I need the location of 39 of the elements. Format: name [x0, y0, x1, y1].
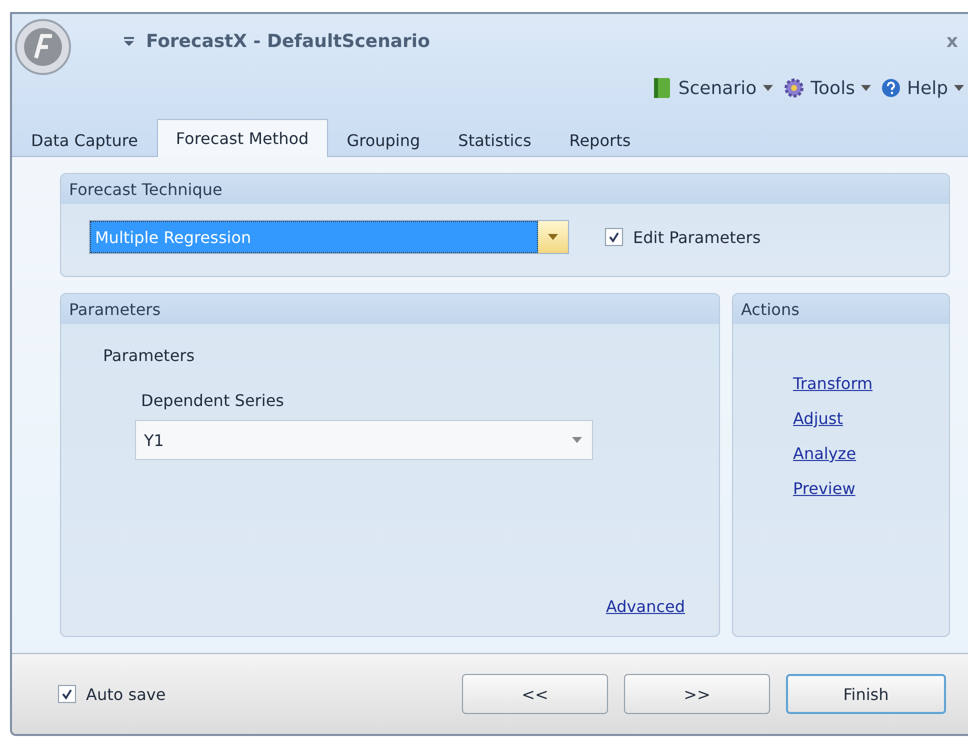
auto-save-checkbox[interactable]: [58, 685, 76, 703]
book-icon: [652, 77, 672, 100]
action-link[interactable]: Preview: [793, 479, 856, 498]
footer-button[interactable]: >>: [624, 674, 770, 714]
action-link[interactable]: Transform: [793, 374, 873, 393]
field-label: Dependent Series: [141, 391, 286, 410]
caret-icon: [954, 85, 964, 92]
caret-icon: [572, 437, 582, 443]
checkbox-label: Auto save: [86, 684, 166, 704]
tab[interactable]: Forecast Method: [156, 119, 328, 157]
tab[interactable]: Statistics: [439, 123, 550, 157]
tab[interactable]: Grouping: [328, 123, 440, 157]
panel-title: Parameters: [69, 300, 161, 318]
menu-button[interactable]: Scenario: [652, 77, 773, 100]
caret-icon: [860, 85, 871, 92]
checkbox-label: Edit Parameters: [633, 228, 761, 246]
window-title: ForecastX - DefaultScenario: [146, 30, 431, 52]
panel-title: Forecast Technique: [69, 180, 222, 198]
dependent-series-dropdown[interactable]: Y1: [135, 420, 593, 460]
caret-icon: [762, 85, 773, 92]
gear-icon: [782, 77, 805, 100]
action-link[interactable]: Adjust: [793, 409, 844, 428]
footer-button[interactable]: Finish: [786, 674, 946, 714]
tab[interactable]: Reports: [550, 123, 650, 157]
quick-access-caret-icon[interactable]: [124, 36, 134, 46]
menu-button[interactable]: Tools: [782, 77, 871, 100]
footer-button[interactable]: <<: [462, 674, 608, 714]
caret-icon: [548, 234, 558, 240]
help-icon: [880, 78, 901, 98]
check-mark-icon: [608, 231, 620, 243]
action-link[interactable]: Analyze: [793, 444, 856, 463]
app-logo-icon[interactable]: [14, 16, 72, 78]
group-title: Parameters: [103, 346, 196, 365]
panel-title: Actions: [741, 300, 800, 318]
tab[interactable]: Data Capture: [12, 123, 157, 157]
menu-button[interactable]: Help: [880, 78, 964, 99]
check-mark-icon: [61, 688, 73, 700]
advanced-link[interactable]: Advanced: [606, 597, 685, 616]
edit-parameters-checkbox[interactable]: [605, 228, 623, 246]
